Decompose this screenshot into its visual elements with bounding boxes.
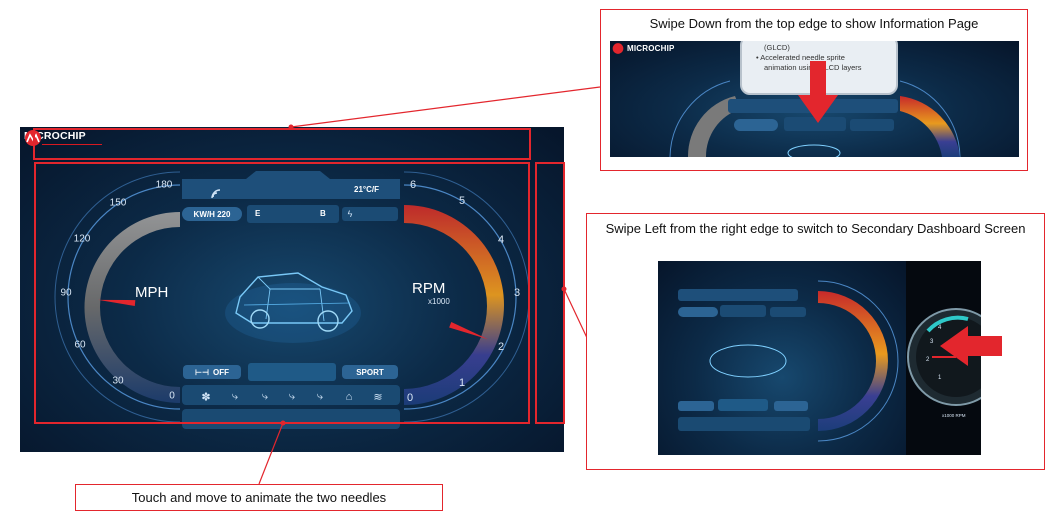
secondary-preview-graphics xyxy=(678,280,899,442)
touch-instruction-note: Touch and move to animate the two needle… xyxy=(75,484,443,511)
swipe-left-arrow-icon xyxy=(940,326,1002,366)
popup-line: (GLCD) xyxy=(764,43,790,52)
info-page-preview: MICROCHIP (GLCD) • Accelerated needle sp… xyxy=(610,41,1019,157)
secondary-callout-title: Swipe Left from the right edge to switch… xyxy=(605,221,1026,236)
info-callout-title: Swipe Down from the top edge to show Inf… xyxy=(649,16,979,31)
info-page-callout: Swipe Down from the top edge to show Inf… xyxy=(600,9,1028,171)
right-edge-swipe-zone[interactable] xyxy=(535,162,565,424)
gauge-touch-zone[interactable] xyxy=(34,162,530,424)
secondary-preview-dashboard xyxy=(658,261,906,455)
top-edge-swipe-zone[interactable] xyxy=(33,128,531,160)
secondary-dashboard-callout: Swipe Left from the right edge to switch… xyxy=(586,213,1045,470)
swipe-down-arrow-icon xyxy=(798,61,838,123)
secondary-gauge-label: x1000 RPM xyxy=(942,413,966,418)
